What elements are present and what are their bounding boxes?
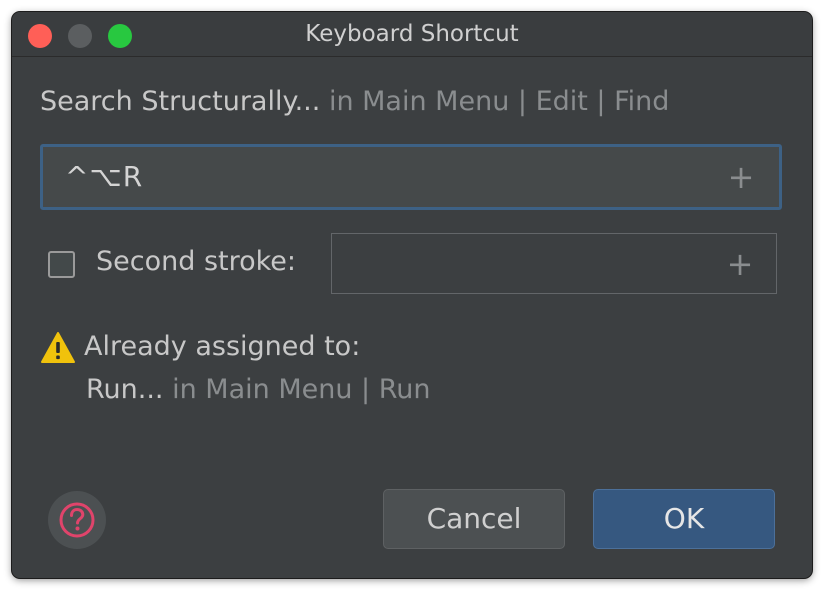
action-name: Search Structurally... [40, 86, 321, 117]
help-button[interactable] [48, 491, 106, 549]
conflict-action-name: Run... [86, 374, 164, 405]
action-path: in Main Menu | Edit | Find [320, 86, 670, 117]
second-stroke-checkbox[interactable] [48, 251, 75, 278]
dialog-title: Keyboard Shortcut [305, 21, 519, 47]
keyboard-shortcut-dialog: Keyboard Shortcut Search Structurally...… [12, 12, 812, 578]
help-icon [59, 502, 95, 538]
first-stroke-value: ^⌥R [65, 160, 144, 193]
action-description: Search Structurally... in Main Menu | Ed… [40, 86, 669, 117]
conflict-action: Run... in Main Menu | Run [86, 374, 431, 405]
second-stroke-field[interactable]: + [331, 233, 777, 294]
title-bar[interactable]: Keyboard Shortcut [12, 12, 812, 57]
cancel-button[interactable]: Cancel [383, 489, 565, 549]
first-stroke-field[interactable]: ^⌥R + [40, 144, 782, 210]
add-second-stroke-plus-icon[interactable]: + [720, 244, 760, 284]
warning-icon [41, 332, 75, 363]
add-first-stroke-plus-icon[interactable]: + [721, 157, 761, 197]
ok-button[interactable]: OK [593, 489, 775, 549]
second-stroke-label[interactable]: Second stroke: [96, 246, 296, 277]
conflict-action-path: in Main Menu | Run [163, 374, 431, 405]
conflict-heading: Already assigned to: [84, 331, 361, 362]
